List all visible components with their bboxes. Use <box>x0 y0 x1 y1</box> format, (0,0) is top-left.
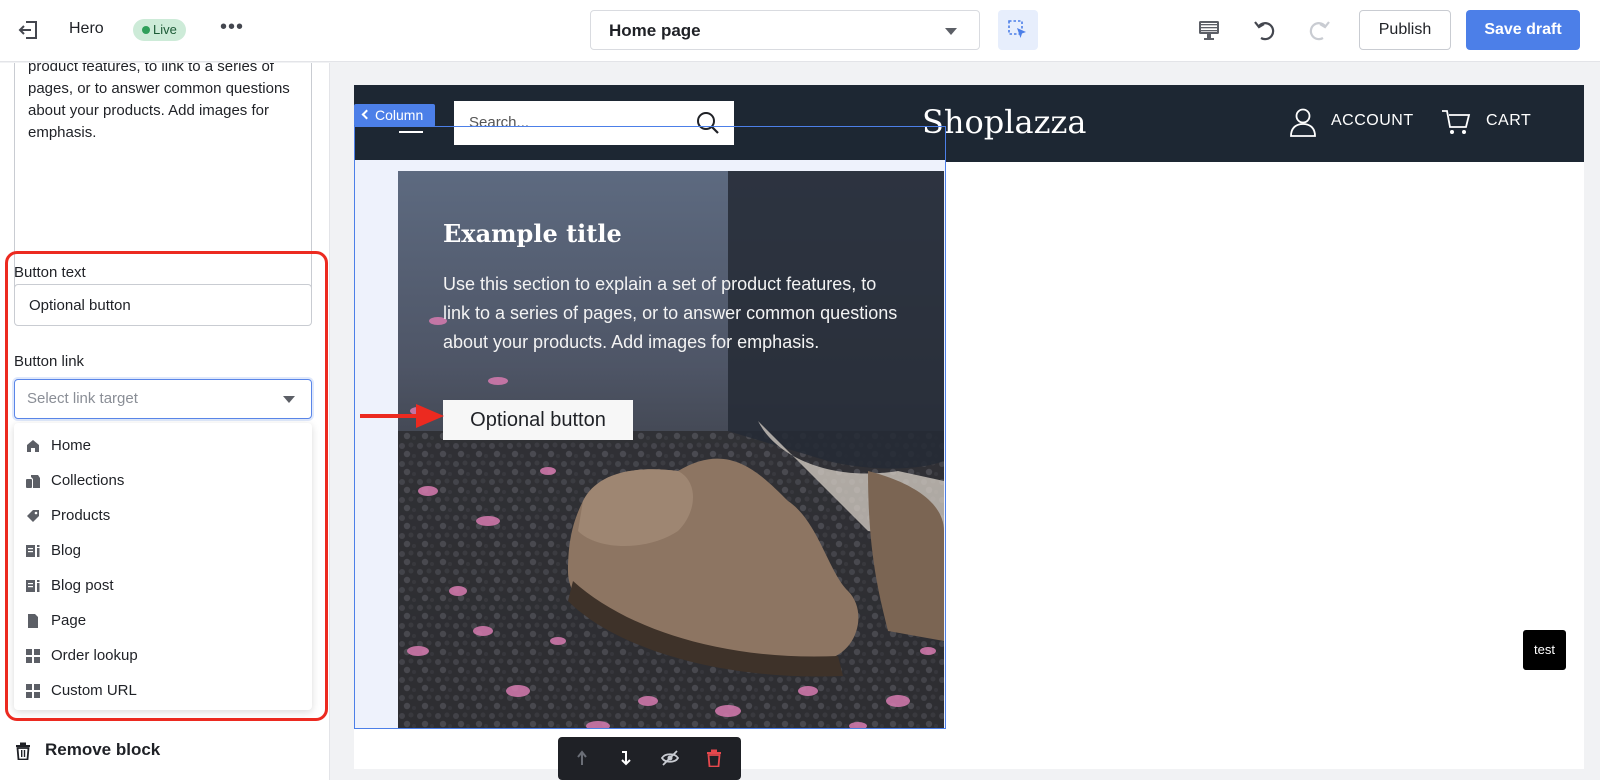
hero-body: Use this section to explain a set of pro… <box>443 274 898 352</box>
link-option-label: Products <box>51 507 111 524</box>
annotation-arrow-icon <box>360 404 444 428</box>
more-options-icon[interactable]: ••• <box>220 16 244 39</box>
link-option-custom-url[interactable]: Custom URL <box>14 674 312 709</box>
column-tag-label: Column <box>375 107 424 123</box>
hero-title: Example title <box>443 219 622 248</box>
delete-trash-icon[interactable] <box>705 749 723 767</box>
save-draft-button[interactable]: Save draft <box>1466 10 1580 50</box>
button-link-placeholder: Select link target <box>27 390 138 407</box>
select-element-tool[interactable] <box>998 10 1038 50</box>
link-option-label: Page <box>51 612 87 629</box>
remove-block-button[interactable]: Remove block <box>14 735 314 767</box>
account-link[interactable]: ACCOUNT <box>1331 112 1414 130</box>
settings-sidebar: product features, to link to a series of… <box>0 63 330 780</box>
link-option-products[interactable]: Products <box>14 499 312 534</box>
redo-icon[interactable] <box>1306 17 1332 43</box>
link-option-home[interactable]: Home <box>14 429 312 464</box>
live-dot-icon <box>142 26 150 34</box>
grid-icon <box>26 649 40 663</box>
undo-icon[interactable] <box>1252 17 1278 43</box>
publish-button[interactable]: Publish <box>1359 10 1451 50</box>
link-option-label: Blog post <box>51 577 114 594</box>
select-cursor-icon <box>1008 20 1026 38</box>
link-option-label: Home <box>51 437 92 454</box>
hero-text-block: Example title Use this section to explai… <box>443 219 903 357</box>
link-option-label: Custom URL <box>51 682 137 699</box>
button-text-input[interactable] <box>14 284 312 326</box>
blog-post-icon <box>26 580 40 592</box>
desktop-view-icon[interactable] <box>1196 17 1222 43</box>
description-text: product features, to link to a series of… <box>28 63 290 141</box>
tag-icon <box>27 510 39 522</box>
link-option-label: Blog <box>51 542 82 559</box>
link-option-page[interactable]: Page <box>14 604 312 639</box>
link-option-blog-post[interactable]: Blog post <box>14 569 312 604</box>
blog-icon <box>26 545 40 557</box>
link-option-label: Collections <box>51 472 125 489</box>
section-title: Hero <box>69 20 104 37</box>
hero-image-block[interactable]: Example title Use this section to explai… <box>398 171 944 728</box>
link-option-collections[interactable]: Collections <box>14 464 312 499</box>
move-down-icon[interactable] <box>617 749 635 767</box>
live-status-label: Live <box>153 22 177 37</box>
page-icon <box>28 614 38 628</box>
hide-eye-icon[interactable] <box>661 749 679 767</box>
exit-icon[interactable] <box>18 19 40 41</box>
chevron-down-icon <box>945 28 957 35</box>
page-preview-canvas: Search... Shoplazza ACCOUNT CART Column <box>354 85 1584 769</box>
column-breadcrumb-tag[interactable]: Column <box>354 104 435 127</box>
test-badge[interactable]: test <box>1523 630 1566 670</box>
home-icon <box>27 440 39 452</box>
link-target-dropdown: Home Collections Products Blog Blog post… <box>14 423 312 710</box>
cart-link[interactable]: CART <box>1486 112 1531 130</box>
block-floating-toolbar <box>558 737 741 780</box>
link-option-order-lookup[interactable]: Order lookup <box>14 639 312 674</box>
cart-icon[interactable] <box>1441 107 1471 137</box>
live-status-badge: Live <box>133 19 186 41</box>
move-up-icon[interactable] <box>573 749 591 767</box>
link-option-blog[interactable]: Blog <box>14 534 312 569</box>
button-link-select[interactable]: Select link target <box>14 379 312 419</box>
button-link-label: Button link <box>14 353 85 370</box>
collections-icon <box>26 475 40 488</box>
hero-optional-button[interactable]: Optional button <box>443 400 633 440</box>
grid-icon <box>26 684 40 698</box>
chevron-down-icon <box>283 396 295 403</box>
button-text-label: Button text <box>14 264 86 281</box>
account-icon[interactable] <box>1288 107 1318 137</box>
page-select-dropdown[interactable]: Home page <box>590 10 980 50</box>
chevron-left-icon <box>361 109 372 120</box>
trash-icon <box>16 742 30 760</box>
link-option-label: Order lookup <box>51 647 138 664</box>
page-select-value: Home page <box>609 21 701 40</box>
top-bar: Hero Live ••• Home page Publish Save dra… <box>0 0 1600 62</box>
remove-block-label: Remove block <box>45 740 161 759</box>
store-logo[interactable]: Shoplazza <box>922 103 1086 141</box>
